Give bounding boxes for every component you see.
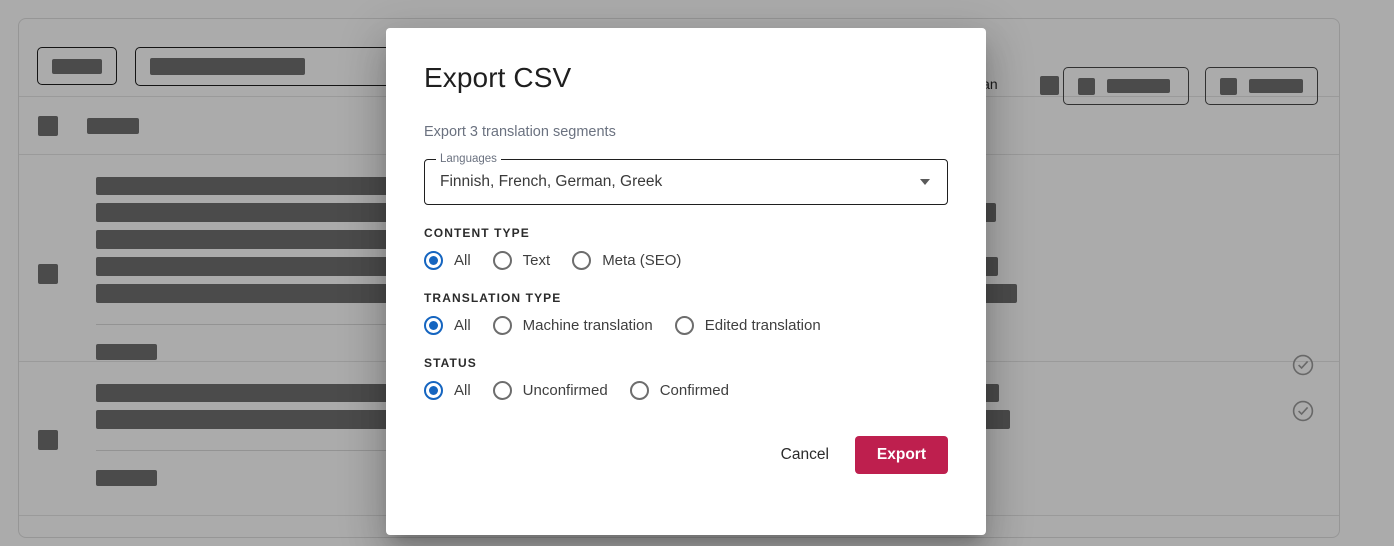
radio-translation-type-edited[interactable]: Edited translation — [674, 316, 821, 335]
skeleton-label — [87, 117, 139, 134]
content-type-group: CONTENT TYPE All Text Meta (SEO) — [424, 226, 948, 270]
radio-label: All — [454, 382, 471, 399]
radio-content-type-meta[interactable]: Meta (SEO) — [572, 251, 681, 270]
skeleton-icon — [1078, 77, 1095, 95]
skeleton-label — [96, 344, 157, 360]
select-all-checkbox[interactable] — [38, 115, 58, 136]
radio-label: Unconfirmed — [522, 382, 608, 399]
chevron-down-icon[interactable] — [920, 179, 930, 185]
radio-content-type-text[interactable]: Text — [492, 251, 551, 270]
languages-select[interactable]: Languages Finnish, French, German, Greek — [424, 152, 948, 205]
radio-indicator[interactable] — [572, 251, 592, 270]
export-button[interactable]: Export — [854, 436, 948, 474]
radio-translation-type-machine[interactable]: Machine translation — [492, 316, 653, 335]
skeleton-label — [52, 58, 102, 74]
radio-content-type-all[interactable]: All — [424, 251, 471, 270]
radio-status-all[interactable]: All — [424, 381, 471, 400]
radio-indicator[interactable] — [674, 316, 694, 335]
languages-select-field[interactable]: Finnish, French, German, Greek — [424, 159, 948, 205]
radio-label: Meta (SEO) — [602, 252, 682, 269]
radio-label: Machine translation — [522, 317, 653, 334]
radio-label: Edited translation — [704, 317, 821, 334]
skeleton-label — [150, 58, 305, 75]
group-label: CONTENT TYPE — [424, 226, 530, 240]
translation-type-group: TRANSLATION TYPE All Machine translation… — [424, 291, 948, 335]
skeleton-icon — [1220, 77, 1237, 95]
radio-row: All Machine translation Edited translati… — [424, 316, 948, 335]
status-group: STATUS All Unconfirmed Confirmed — [424, 356, 948, 400]
radio-label: All — [454, 317, 471, 334]
radio-indicator[interactable] — [424, 316, 443, 335]
radio-indicator[interactable] — [492, 381, 512, 400]
dialog-title: Export CSV — [424, 62, 572, 93]
radio-row: All Text Meta (SEO) — [424, 251, 948, 270]
radio-label: Confirmed — [659, 382, 729, 399]
skeleton-label — [1107, 79, 1170, 93]
toolbar-button-1[interactable] — [37, 47, 117, 85]
toolbar-icon-skeleton[interactable] — [1040, 76, 1059, 95]
skeleton-label — [1248, 79, 1303, 93]
radio-label: All — [454, 252, 471, 269]
group-label: TRANSLATION TYPE — [424, 291, 562, 305]
radio-indicator[interactable] — [492, 251, 512, 270]
radio-indicator[interactable] — [492, 316, 512, 335]
radio-status-confirmed[interactable]: Confirmed — [629, 381, 729, 400]
group-label: STATUS — [424, 356, 477, 370]
dialog-subtitle: Export 3 translation segments — [424, 124, 616, 140]
row-checkbox[interactable] — [38, 430, 58, 450]
radio-row: All Unconfirmed Confirmed — [424, 381, 948, 400]
export-csv-dialog: Export CSV Export 3 translation segments… — [386, 28, 986, 535]
radio-indicator[interactable] — [629, 381, 649, 400]
row-checkbox[interactable] — [38, 264, 58, 284]
radio-label: Text — [522, 252, 551, 269]
languages-select-value: Finnish, French, German, Greek — [440, 173, 663, 190]
cancel-button[interactable]: Cancel — [767, 437, 843, 473]
check-circle-icon[interactable] — [1291, 399, 1315, 428]
radio-status-unconfirmed[interactable]: Unconfirmed — [492, 381, 608, 400]
dialog-actions: Cancel Export — [424, 436, 948, 474]
radio-indicator[interactable] — [424, 251, 443, 270]
skeleton-label — [96, 470, 157, 486]
radio-indicator[interactable] — [424, 381, 443, 400]
radio-translation-type-all[interactable]: All — [424, 316, 471, 335]
languages-select-label: Languages — [436, 152, 501, 166]
